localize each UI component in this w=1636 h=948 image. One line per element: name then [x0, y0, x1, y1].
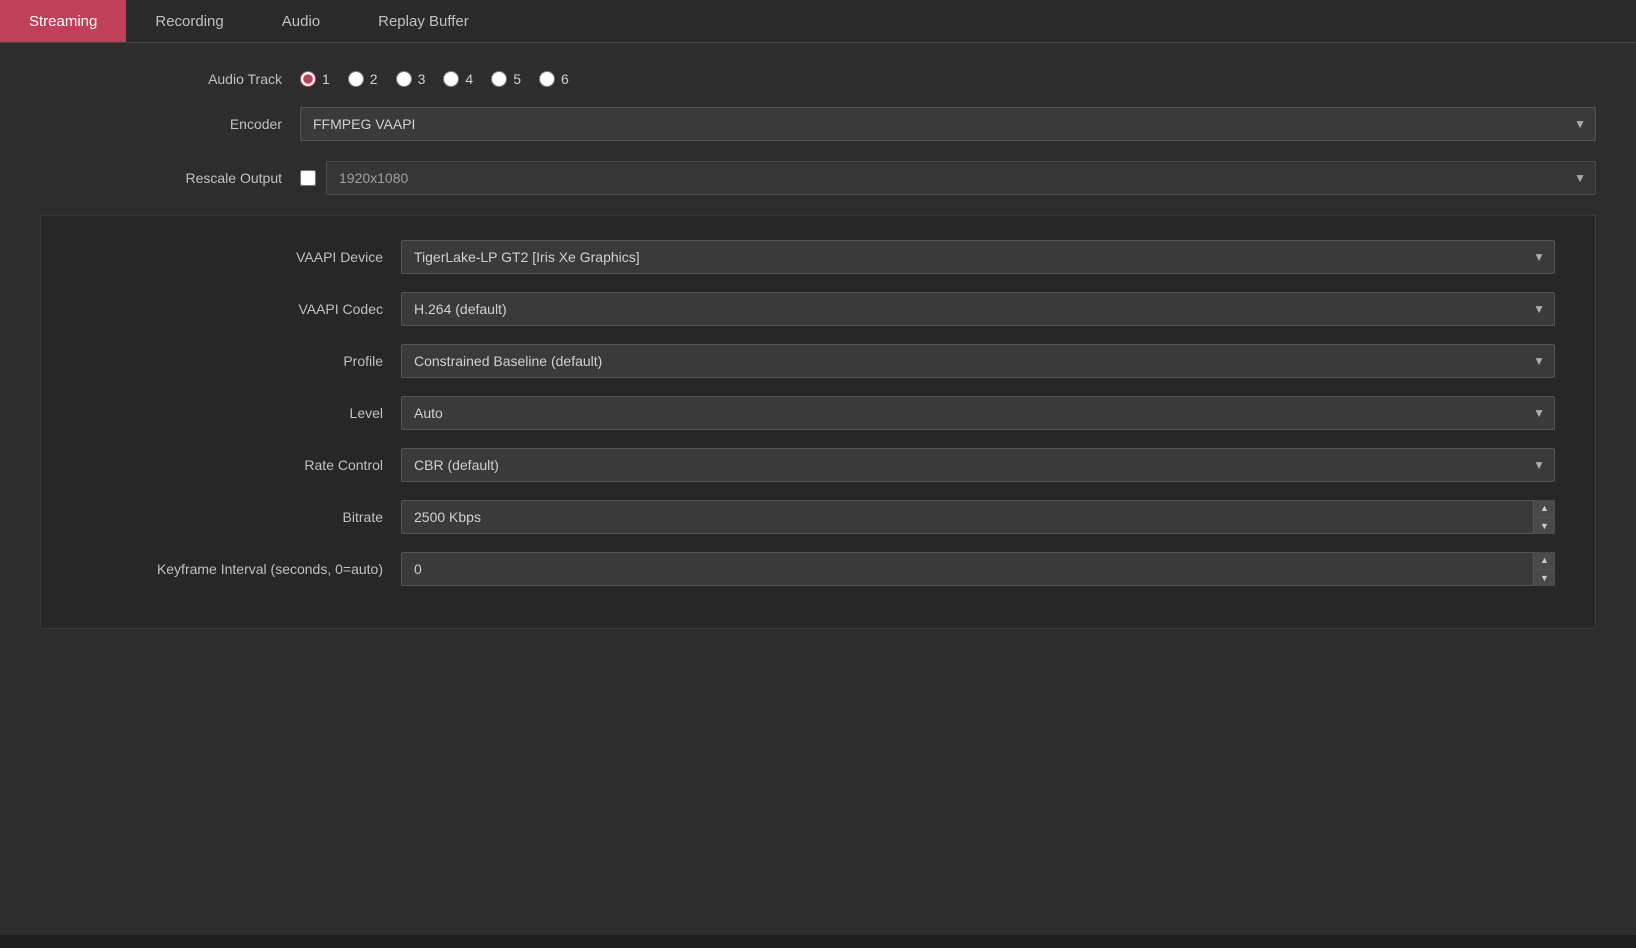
keyframe-decrement-button[interactable]: ▼ [1534, 570, 1555, 587]
tab-replay-buffer[interactable]: Replay Buffer [349, 0, 498, 42]
vaapi-codec-label: VAAPI Codec [41, 301, 401, 317]
rescale-output-label: Rescale Output [40, 170, 300, 186]
audio-track-6[interactable]: 6 [539, 71, 569, 87]
tab-audio[interactable]: Audio [253, 0, 349, 42]
vaapi-device-label: VAAPI Device [41, 249, 401, 265]
audio-track-3[interactable]: 3 [396, 71, 426, 87]
level-label: Level [41, 405, 401, 421]
audio-track-1[interactable]: 1 [300, 71, 330, 87]
audio-track-5[interactable]: 5 [491, 71, 521, 87]
bitrate-label: Bitrate [41, 509, 401, 525]
encoder-select[interactable]: FFMPEG VAAPI x264 x265 NVENC AMF [300, 107, 1596, 141]
bitrate-decrement-button[interactable]: ▼ [1534, 518, 1555, 535]
vaapi-codec-select-wrapper: H.264 (default) H.265 VP8 VP9 AV1 ▼ [401, 292, 1555, 326]
vaapi-device-select[interactable]: TigerLake-LP GT2 [Iris Xe Graphics] [401, 240, 1555, 274]
vaapi-codec-select[interactable]: H.264 (default) H.265 VP8 VP9 AV1 [401, 292, 1555, 326]
level-row: Level Auto 3.0 3.1 4.0 4.1 4.2 5.0 5.1 ▼ [41, 396, 1555, 430]
audio-track-radio-2[interactable] [348, 71, 364, 87]
rescale-output-checkbox[interactable] [300, 170, 316, 186]
vaapi-device-select-wrapper: TigerLake-LP GT2 [Iris Xe Graphics] ▼ [401, 240, 1555, 274]
encoder-select-wrapper: FFMPEG VAAPI x264 x265 NVENC AMF ▼ [300, 107, 1596, 141]
keyframe-interval-input[interactable]: 0 [401, 552, 1555, 586]
audio-track-radio-group: 1 2 3 4 5 6 [300, 71, 569, 87]
bitrate-input-wrapper: 2500 Kbps ▲ ▼ [401, 500, 1555, 534]
bitrate-row: Bitrate 2500 Kbps ▲ ▼ [41, 500, 1555, 534]
level-select[interactable]: Auto 3.0 3.1 4.0 4.1 4.2 5.0 5.1 [401, 396, 1555, 430]
profile-select-wrapper: Constrained Baseline (default) Baseline … [401, 344, 1555, 378]
rate-control-label: Rate Control [41, 457, 401, 473]
bitrate-input[interactable]: 2500 Kbps [401, 500, 1555, 534]
audio-track-label-5: 5 [513, 71, 521, 87]
keyframe-spin-arrows: ▲ ▼ [1533, 552, 1555, 586]
audio-track-label-6: 6 [561, 71, 569, 87]
audio-track-label: Audio Track [40, 71, 300, 87]
audio-track-label-4: 4 [465, 71, 473, 87]
vaapi-device-row: VAAPI Device TigerLake-LP GT2 [Iris Xe G… [41, 240, 1555, 274]
profile-label: Profile [41, 353, 401, 369]
bitrate-spin-arrows: ▲ ▼ [1533, 500, 1555, 534]
rescale-checkbox-wrapper [300, 170, 316, 186]
rate-control-select-wrapper: CBR (default) VBR CQP ICQ QVBR ▼ [401, 448, 1555, 482]
vaapi-settings-panel: VAAPI Device TigerLake-LP GT2 [Iris Xe G… [40, 215, 1596, 629]
tabs-bar: Streaming Recording Audio Replay Buffer [0, 0, 1636, 43]
encoder-row: Encoder FFMPEG VAAPI x264 x265 NVENC AMF… [40, 107, 1596, 141]
bitrate-increment-button[interactable]: ▲ [1534, 500, 1555, 518]
profile-select[interactable]: Constrained Baseline (default) Baseline … [401, 344, 1555, 378]
audio-track-radio-3[interactable] [396, 71, 412, 87]
content-area: Audio Track 1 2 3 4 5 [0, 43, 1636, 935]
audio-track-row: Audio Track 1 2 3 4 5 [40, 71, 1596, 87]
encoder-label: Encoder [40, 116, 300, 132]
audio-track-label-3: 3 [418, 71, 426, 87]
rescale-output-select[interactable]: 1920x1080 1280x720 1366x768 2560x1440 38… [326, 161, 1596, 195]
audio-track-label-2: 2 [370, 71, 378, 87]
audio-track-label-1: 1 [322, 71, 330, 87]
audio-track-2[interactable]: 2 [348, 71, 378, 87]
rescale-output-row: Rescale Output 1920x1080 1280x720 1366x7… [40, 161, 1596, 195]
vaapi-codec-row: VAAPI Codec H.264 (default) H.265 VP8 VP… [41, 292, 1555, 326]
tab-streaming[interactable]: Streaming [0, 0, 126, 42]
audio-track-radio-1[interactable] [300, 71, 316, 87]
keyframe-interval-label: Keyframe Interval (seconds, 0=auto) [41, 561, 401, 577]
keyframe-interval-input-wrapper: 0 ▲ ▼ [401, 552, 1555, 586]
audio-track-4[interactable]: 4 [443, 71, 473, 87]
audio-track-radio-5[interactable] [491, 71, 507, 87]
keyframe-increment-button[interactable]: ▲ [1534, 552, 1555, 570]
level-select-wrapper: Auto 3.0 3.1 4.0 4.1 4.2 5.0 5.1 ▼ [401, 396, 1555, 430]
audio-track-radio-4[interactable] [443, 71, 459, 87]
tab-recording[interactable]: Recording [126, 0, 252, 42]
rescale-output-select-wrapper: 1920x1080 1280x720 1366x768 2560x1440 38… [326, 161, 1596, 195]
audio-track-radio-6[interactable] [539, 71, 555, 87]
rate-control-row: Rate Control CBR (default) VBR CQP ICQ Q… [41, 448, 1555, 482]
keyframe-interval-row: Keyframe Interval (seconds, 0=auto) 0 ▲ … [41, 552, 1555, 586]
rate-control-select[interactable]: CBR (default) VBR CQP ICQ QVBR [401, 448, 1555, 482]
profile-row: Profile Constrained Baseline (default) B… [41, 344, 1555, 378]
